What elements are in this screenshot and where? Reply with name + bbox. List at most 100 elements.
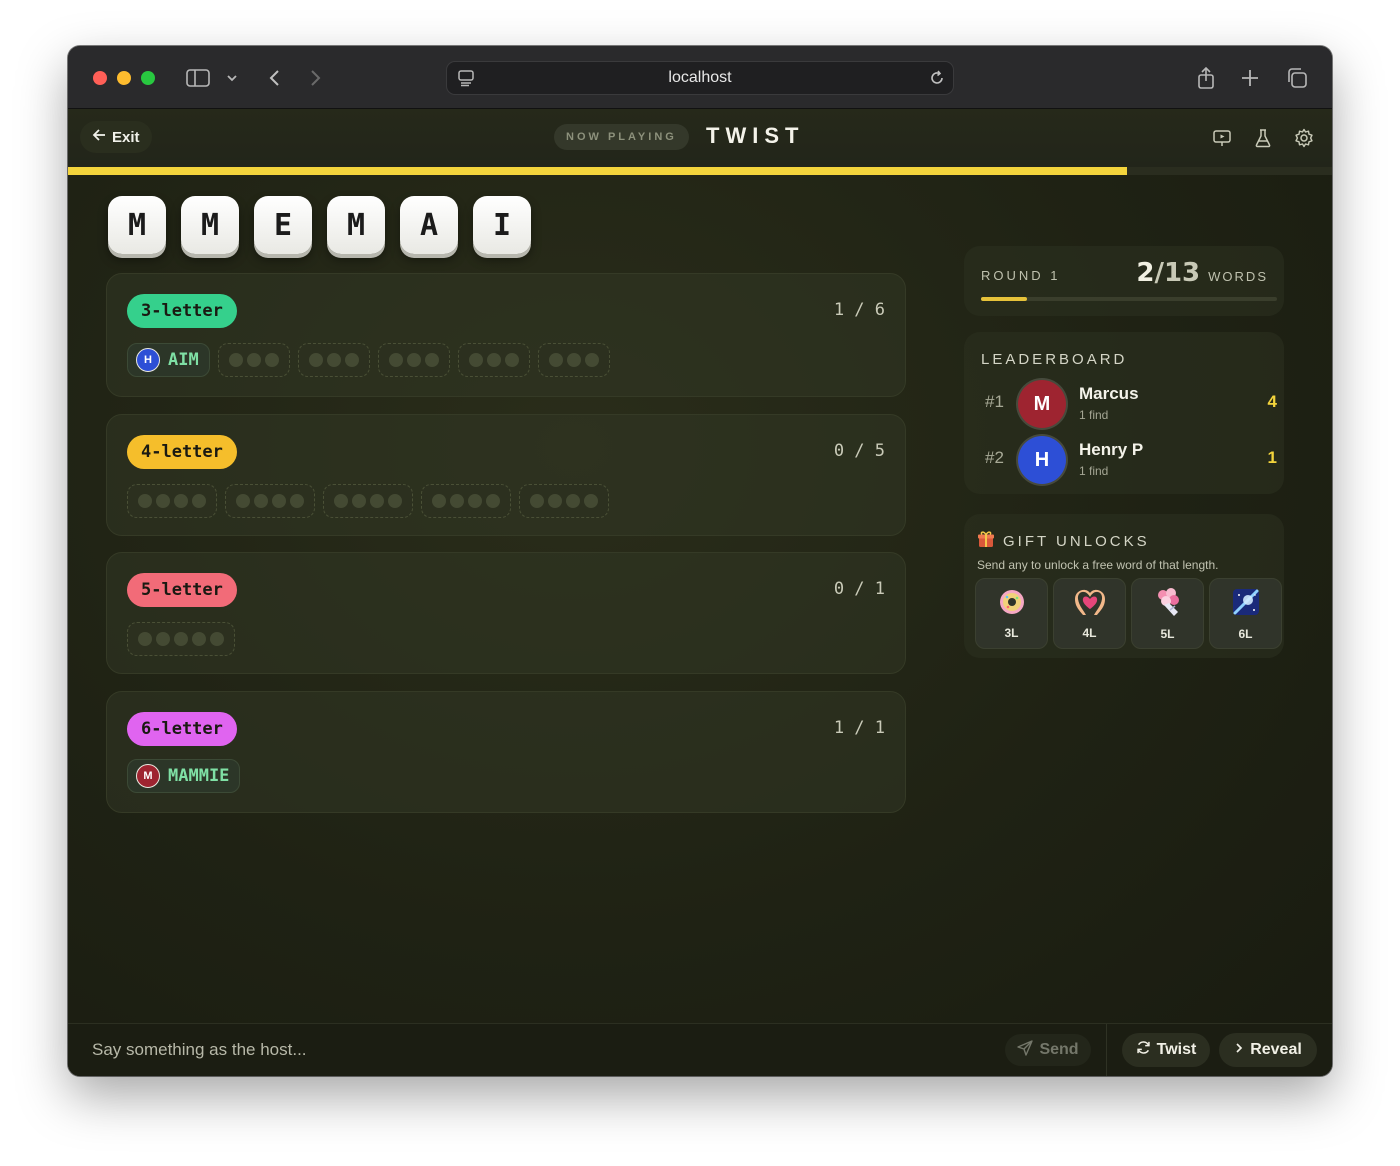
close-window-button[interactable] [93,71,107,85]
gift-unlocks-panel: GIFT UNLOCKS Send any to unlock a free w… [964,514,1284,658]
letter-tile[interactable]: M [108,196,166,254]
host-chat-input[interactable]: Say something as the host... [92,1040,307,1060]
send-button[interactable]: Send [1005,1034,1091,1066]
letter-tile[interactable]: I [473,196,531,254]
arrow-left-icon [92,128,106,146]
hidden-letter-dot [468,494,482,508]
twist-label: Twist [1156,1041,1197,1058]
gift-card-6l[interactable]: 6L [1209,578,1282,649]
reload-icon[interactable] [927,68,947,93]
gear-icon[interactable] [1292,126,1316,150]
hidden-letter-dot [246,353,261,367]
word-slots [127,622,235,656]
player-score: 4 [1267,392,1277,411]
word-slots [127,484,609,518]
word-slots: M MAMMIE [127,759,241,793]
url-text: localhost [668,69,732,86]
new-tab-icon[interactable] [1236,64,1264,92]
hidden-letter-dot [530,494,544,508]
hidden-letter-dot [174,494,188,508]
hidden-letter-dot [486,353,501,367]
found-word-text: AIM [168,350,199,370]
player-name: Henry P [1079,440,1144,459]
hidden-letter-dot [468,353,483,367]
gift-unlocks-header: GIFT UNLOCKS [977,530,1150,552]
gift-card-5l[interactable]: 5L [1131,578,1204,649]
word-slots: H AIM [127,343,610,377]
avatar: M [1018,380,1066,428]
hidden-letter-dot [388,494,402,508]
gift-unlocks-title: GIFT UNLOCKS [1003,532,1150,550]
hidden-word-slot [421,484,511,518]
word-group-5-letter: 5-letter 0 / 1 [106,552,906,674]
chevron-right-icon [1234,1041,1244,1059]
game-header: Exit NOW PLAYING TWIST [68,109,1332,167]
share-icon[interactable] [1192,64,1220,92]
hidden-word-slot [377,343,450,377]
game-app: Exit NOW PLAYING TWIST MMEMAI 3-letter 1 … [68,109,1332,1076]
hidden-letter-dot [566,353,581,367]
browser-window: localhost Exit NOW PLAYING TWIST M M E M… [68,46,1332,1076]
group-length-badge: 5-letter [127,573,237,607]
forward-arrow-icon[interactable] [302,64,330,92]
exit-button[interactable]: Exit [80,121,152,153]
bottombar-divider [1106,1024,1107,1076]
gift-length-label: 4L [1082,626,1097,640]
chevron-down-icon[interactable] [218,64,246,92]
letter-tile[interactable]: M [181,196,239,254]
leaderboard-row: #1 M Marcus 1 find 4 [981,380,1277,428]
round-panel: ROUND 1 2/13 WORDS [964,246,1284,316]
paper-plane-icon [1017,1039,1034,1061]
group-count: 0 / 1 [833,579,885,599]
hidden-letter-dot [334,494,348,508]
zoom-window-button[interactable] [141,71,155,85]
hidden-letter-dot [138,632,152,646]
leaderboard-panel: LEADERBOARD #1 M Marcus 1 find 4 #2 H Henry P 1 … [964,332,1284,494]
reveal-button[interactable]: Reveal [1219,1033,1317,1067]
game-timer-progress [68,167,1332,175]
gift-length-label: 5L [1160,627,1175,641]
round-label: ROUND 1 [981,268,1061,283]
tab-overview-icon[interactable] [1283,64,1311,92]
word-group-6-letter: 6-letter 1 / 1 M MAMMIE [106,691,906,813]
hidden-letter-dot [504,353,519,367]
back-arrow-icon[interactable] [260,64,288,92]
flask-icon[interactable] [1251,126,1275,150]
gift-icon [977,530,995,552]
gift-card-3l[interactable]: 3L [975,578,1048,649]
presentation-icon[interactable] [1210,126,1234,150]
hidden-letter-dot [210,632,224,646]
hidden-word-slot [217,343,290,377]
gift-card-4l[interactable]: 4L [1053,578,1126,649]
leaderboard-title: LEADERBOARD [981,351,1128,368]
heart-hands-icon [1074,587,1106,622]
browser-toolbar: localhost [68,46,1332,109]
site-settings-icon[interactable] [457,69,475,92]
hidden-letter-dot [432,494,446,508]
minimize-window-button[interactable] [117,71,131,85]
hidden-letter-dot [370,494,384,508]
letter-tile[interactable]: M [327,196,385,254]
address-bar[interactable]: localhost [446,61,954,95]
gift-unlocks-subtitle: Send any to unlock a free word of that l… [977,558,1219,572]
hidden-letter-dot [388,353,403,367]
hidden-letter-dot [192,632,206,646]
hidden-letter-dot [236,494,250,508]
round-score: 2/13 WORDS [1136,258,1268,288]
finder-avatar: H [136,348,160,372]
hidden-letter-dot [290,494,304,508]
leaderboard-rank: #1 [985,392,1004,411]
letter-tile[interactable]: A [400,196,458,254]
letter-tile[interactable]: E [254,196,312,254]
hidden-letter-dot [486,494,500,508]
now-playing-badge: NOW PLAYING [554,124,689,150]
hidden-letter-dot [548,494,562,508]
hidden-letter-dot [584,353,599,367]
hidden-word-slot [127,484,217,518]
sidebar-toggle-icon[interactable] [184,64,212,92]
group-length-badge: 6-letter [127,712,237,746]
twist-button[interactable]: Twist [1122,1033,1210,1067]
hidden-word-slot [297,343,370,377]
finder-avatar: M [136,764,160,788]
group-length-badge: 3-letter [127,294,237,328]
